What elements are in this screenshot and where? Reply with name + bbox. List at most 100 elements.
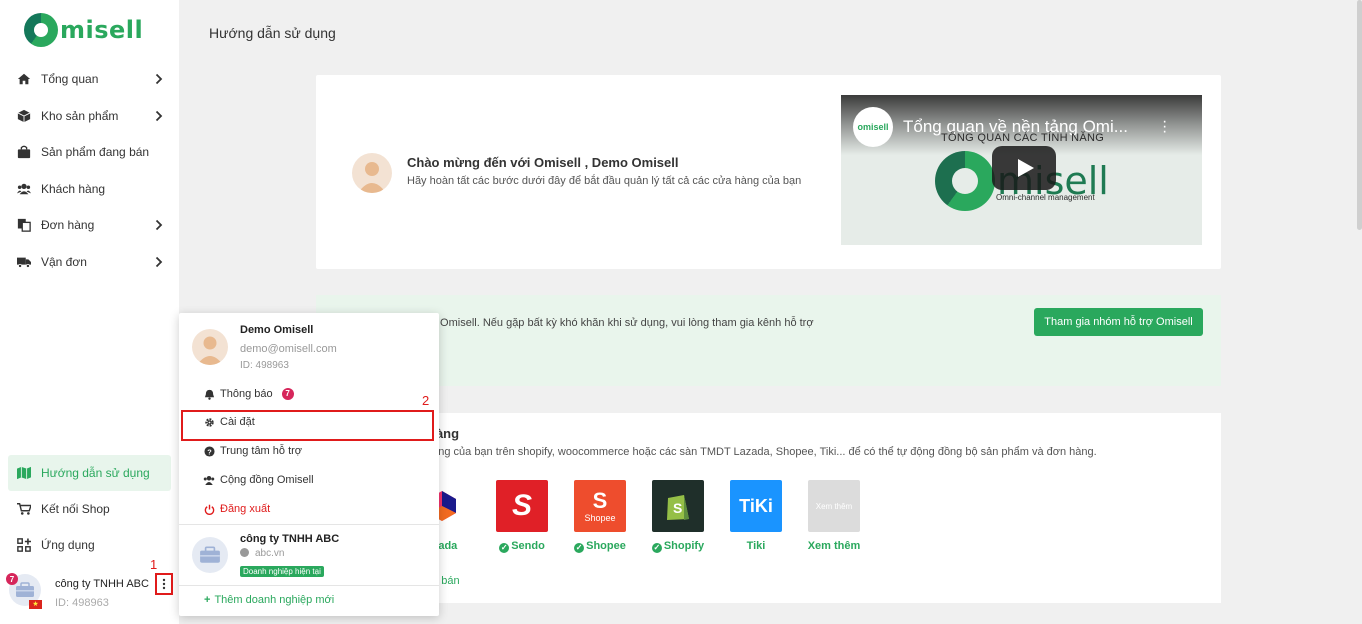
shopee-logo-icon: S Shopee [574, 480, 626, 532]
highlight-box [181, 410, 434, 441]
sidebar: misell Tổng quan Kho sản phẩm Sản phẩm đ… [0, 0, 179, 624]
sidebar-item-don-hang[interactable]: Đơn hàng [0, 207, 179, 244]
page-scrollbar[interactable] [1357, 0, 1362, 230]
annotation-marker: 1 [150, 557, 158, 572]
company-website: abc.vn [240, 548, 284, 559]
shopify-logo-icon: S [652, 480, 704, 532]
svg-text:?: ? [207, 447, 212, 456]
current-company-badge: Doanh nghiệp hiện tại [240, 566, 324, 577]
connect-shop-card: hàng hàng của bạn trên shopify, woocomme… [316, 413, 1221, 603]
power-icon [203, 503, 215, 515]
globe-icon [240, 548, 249, 557]
community-icon [203, 474, 215, 486]
add-company-button[interactable]: + Thêm doanh nghiệp mới [204, 594, 334, 606]
user-avatar-icon [197, 336, 223, 365]
account-dropdown: Demo Omisell demo@omisell.com ID: 498963… [179, 313, 439, 616]
video-player[interactable]: omisell Tổng quan về nền tảng Omi... · · ·… [841, 95, 1202, 245]
bottom-nav: Hướng dẫn sử dụng Kết nối Shop Ứng dụng [0, 455, 179, 563]
check-icon: ✓ [651, 543, 662, 553]
channel-tiki[interactable]: TiKi Tiki [726, 480, 786, 552]
join-support-group-button[interactable]: Tham gia nhóm hỗ trợ Omisell [1034, 308, 1203, 336]
sidebar-item-label: Kho sản phẩm [41, 108, 119, 123]
company-avatar [192, 537, 228, 573]
channel-shopee[interactable]: S Shopee ✓ Shopee [570, 480, 630, 553]
help-icon: ? [203, 445, 215, 457]
divider [179, 585, 439, 586]
play-button[interactable] [992, 146, 1056, 190]
sidebar-item-tong-quan[interactable]: Tổng quan [0, 61, 179, 98]
user-avatar-icon [358, 162, 386, 193]
sidebar-item-san-pham-dang-ban[interactable]: Sản phẩm đang bán [0, 134, 179, 171]
notification-badge: 7 [281, 388, 294, 400]
sidebar-item-huong-dan[interactable]: Hướng dẫn sử dụng [8, 455, 171, 491]
user-id: ID: 498963 [240, 360, 289, 371]
bag-icon [17, 145, 31, 159]
chevron-right-icon [155, 73, 163, 85]
divider [179, 524, 439, 525]
welcome-subtitle: Hãy hoàn tất các bước dưới đây để bắt đầ… [407, 175, 802, 187]
video-menu-icon[interactable]: · · · [1162, 114, 1167, 140]
current-company[interactable]: 7 ★ công ty TNHH ABC ID: 498963 [0, 566, 179, 624]
apps-icon [17, 538, 31, 552]
chevron-right-icon [155, 110, 163, 121]
cart-icon [17, 502, 31, 516]
user-name: Demo Omisell [240, 324, 314, 336]
chevron-right-icon [155, 256, 163, 267]
users-icon [17, 182, 31, 196]
sidebar-item-ket-noi-shop[interactable]: Kết nối Shop [0, 491, 179, 527]
sidebar-item-van-don[interactable]: Vận đơn [0, 244, 179, 281]
menu-item-notifications[interactable]: Thông báo 7 [203, 384, 294, 404]
main-nav: Tổng quan Kho sản phẩm Sản phẩm đang bán… [0, 61, 179, 280]
sidebar-item-kho-san-pham[interactable]: Kho sản phẩm [0, 98, 179, 135]
check-icon: ✓ [574, 543, 585, 553]
avatar [352, 153, 392, 193]
welcome-card: Chào mừng đến với Omisell , Demo Omisell… [316, 75, 1221, 269]
map-icon [17, 466, 31, 480]
briefcase-icon [200, 546, 220, 563]
menu-item-help-center[interactable]: ? Trung tâm hỗ trợ [203, 441, 302, 461]
kebab-icon [162, 578, 166, 590]
svg-text:S: S [673, 500, 682, 516]
company-name[interactable]: công ty TNHH ABC [240, 533, 339, 545]
sidebar-item-label: Tổng quan [41, 72, 99, 87]
video-subtitle: TỔNG QUAN CÁC TÍNH NĂNG [941, 132, 1105, 144]
logo-mark-icon [935, 151, 995, 211]
channel-more[interactable]: Xem thêm Xem thêm [804, 480, 864, 552]
sidebar-item-label: Sản phẩm đang bán [41, 145, 150, 160]
menu-item-logout[interactable]: Đăng xuất [203, 499, 270, 519]
user-email: demo@omisell.com [240, 343, 337, 355]
sendo-logo-icon: S [496, 480, 548, 532]
support-text: ký Omisell. Nếu gặp bất kỳ khó khăn khi … [426, 317, 814, 329]
bell-icon [203, 388, 215, 400]
vietnam-flag-icon: ★ [29, 600, 42, 609]
sidebar-item-label: Vận đơn [41, 254, 87, 269]
chevron-right-icon [155, 219, 163, 231]
welcome-title: Chào mừng đến với Omisell , Demo Omisell [407, 155, 679, 170]
support-card: ký Omisell. Nếu gặp bất kỳ khó khăn khi … [316, 295, 1221, 386]
connect-subtitle: hàng của bạn trên shopify, woocommerce h… [426, 446, 1097, 458]
sidebar-item-label: Ứng dụng [41, 538, 95, 552]
more-options-button[interactable] [155, 573, 173, 595]
channel-avatar[interactable]: omisell [853, 107, 893, 147]
home-icon [17, 72, 31, 86]
box-icon [17, 109, 31, 123]
briefcase-icon [16, 582, 34, 597]
sidebar-item-label: Kết nối Shop [41, 502, 110, 516]
channel-sendo[interactable]: S ✓ Sendo [492, 480, 552, 553]
sidebar-item-label: Hướng dẫn sử dụng [41, 466, 150, 480]
tiki-logo-icon: TiKi [730, 480, 782, 532]
sidebar-item-khach-hang[interactable]: Khách hàng [0, 171, 179, 208]
company-id: ID: 498963 [55, 597, 109, 609]
more-channels-icon: Xem thêm [808, 480, 860, 532]
sidebar-item-label: Đơn hàng [41, 218, 95, 233]
notification-badge: 7 [6, 573, 18, 585]
channel-shopify[interactable]: S ✓ Shopify [648, 480, 708, 553]
sidebar-item-label: Khách hàng [41, 181, 106, 196]
omisell-logo[interactable]: misell [24, 12, 143, 48]
company-name: công ty TNHH ABC [55, 578, 149, 590]
check-icon: ✓ [499, 543, 510, 553]
menu-item-community[interactable]: Cộng đồng Omisell [203, 470, 314, 490]
orders-icon [17, 218, 31, 233]
page-title: Hướng dẫn sử dụng [209, 25, 336, 41]
video-tagline: Omni-channel management [996, 193, 1095, 202]
